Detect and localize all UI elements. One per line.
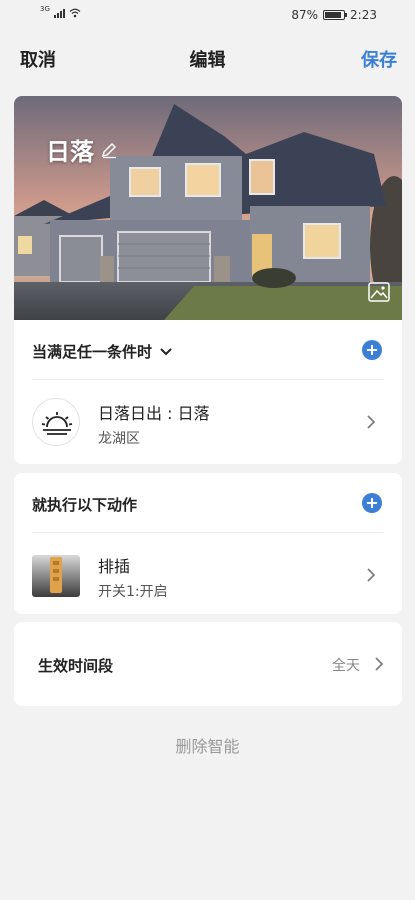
network-type: 3G: [40, 5, 50, 13]
conditions-title-group[interactable]: 当满足任一条件时: [32, 341, 172, 362]
conditions-title: 当满足任一条件时: [32, 343, 153, 361]
top-bar: 取消 编辑 保存: [0, 40, 415, 76]
status-bar: 3G 87% 2:23: [0, 0, 415, 32]
chevron-right-icon: [367, 568, 376, 582]
edit-name-icon[interactable]: [100, 141, 118, 159]
conditions-header: 当满足任一条件时: [32, 320, 384, 380]
add-action-button[interactable]: [362, 493, 382, 513]
scene-cover-image: 日落: [14, 96, 402, 320]
delete-scene-button[interactable]: 删除智能: [0, 733, 415, 757]
condition-item[interactable]: 日落日出 : 日落 龙湖区: [14, 380, 402, 464]
page-title: 编辑: [189, 50, 226, 71]
actions-card: 就执行以下动作 排插 开关1:开启: [14, 473, 402, 614]
scene-name-text: 日落: [46, 138, 94, 166]
clock: 2:23: [350, 8, 377, 22]
battery-group: 87% 2:23: [291, 8, 377, 22]
scene-name: 日落: [46, 132, 118, 167]
power-strip-icon: [32, 551, 80, 599]
add-condition-button[interactable]: [362, 340, 382, 360]
actions-title: 就执行以下动作: [32, 496, 138, 514]
chevron-down-icon: [160, 347, 172, 355]
battery-icon: [323, 10, 348, 20]
signal-group: 3G: [40, 5, 81, 18]
chevron-right-icon: [367, 415, 376, 429]
condition-title: 日落日出 : 日落: [98, 404, 210, 423]
signal-icon: [53, 8, 65, 18]
period-label: 生效时间段: [38, 657, 114, 675]
condition-subtitle: 龙湖区: [98, 431, 140, 447]
action-title: 排插: [98, 557, 131, 576]
scene-card: 日落 当满足任一条件时 日落日出: 日落 龙湖区: [14, 96, 402, 464]
effective-period-row[interactable]: 生效时间段 全天: [14, 622, 402, 706]
save-button[interactable]: 保存: [361, 46, 397, 72]
action-subtitle: 开关1:开启: [98, 584, 168, 600]
action-item[interactable]: 排插 开关1:开启: [14, 533, 402, 614]
actions-header: 就执行以下动作: [32, 473, 384, 533]
change-image-icon[interactable]: [368, 282, 390, 302]
period-value: 全天: [332, 658, 360, 674]
wifi-icon: [69, 8, 81, 18]
chevron-right-icon: [375, 657, 384, 671]
battery-percent: 87%: [291, 8, 319, 22]
sunset-icon: [32, 398, 80, 446]
